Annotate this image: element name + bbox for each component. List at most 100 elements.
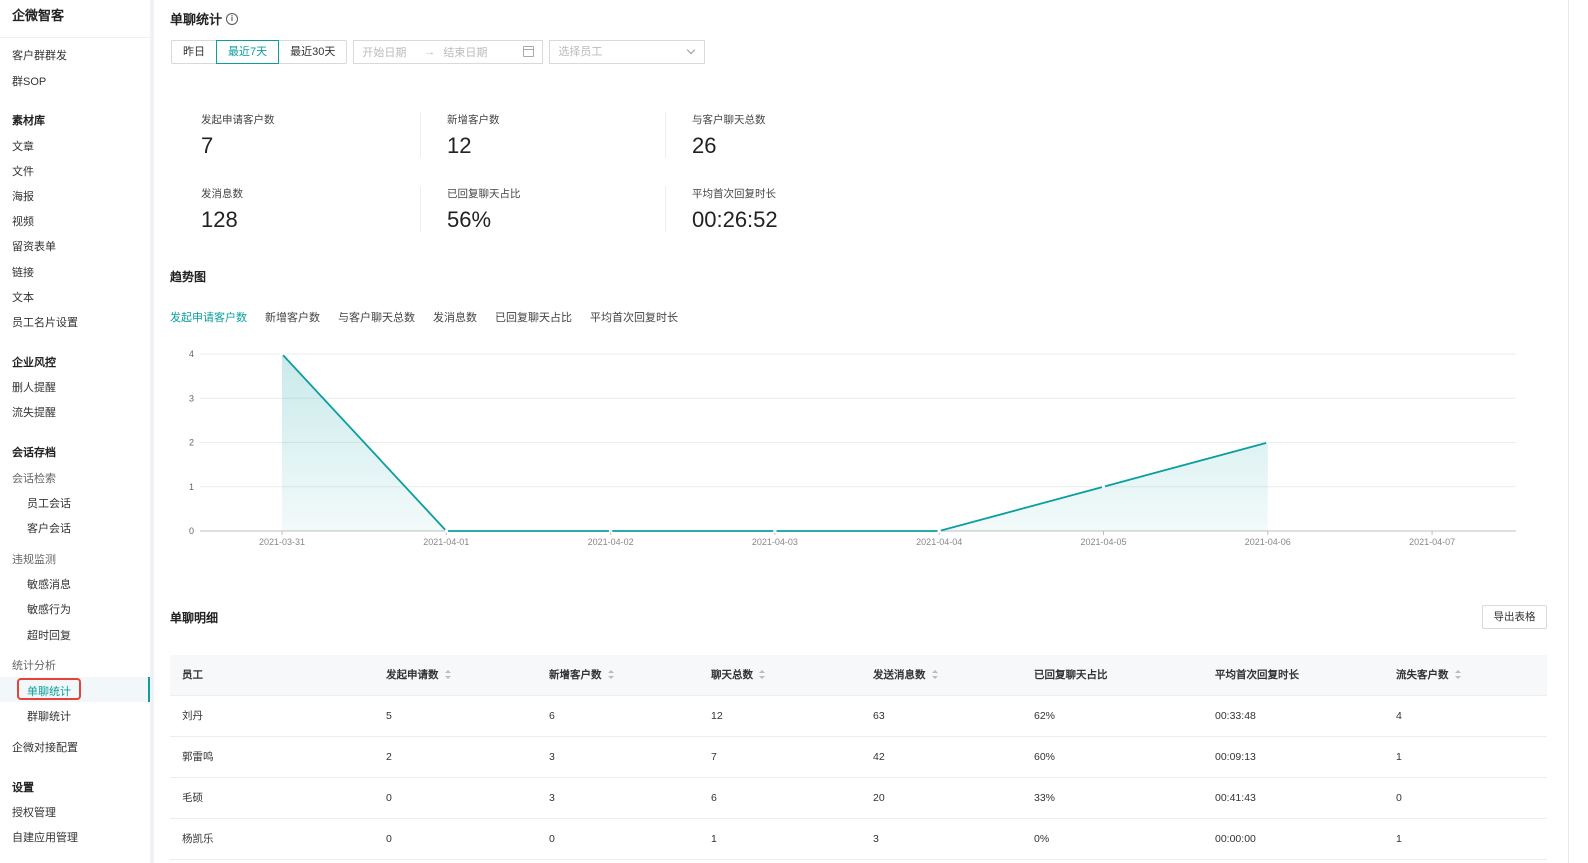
column-header[interactable]: 发送消息数 [873,655,938,695]
column-header[interactable]: 聊天总数 [711,655,765,695]
sidebar-item[interactable]: 文件 [12,163,34,179]
sidebar-item[interactable]: 员工会话 [27,495,71,511]
table-cell: 0 [386,792,392,804]
table-row[interactable]: 刘丹 5 6 12 63 62% 00:33:48 4 [170,696,1547,737]
table-cell: 6 [549,710,555,722]
sort-icon[interactable] [931,670,938,680]
trend-tab[interactable]: 与客户聊天总数 [338,309,415,325]
sidebar-item[interactable]: 客户群群发 [12,47,67,63]
table-cell: 郭雷鸣 [182,751,214,763]
column-header[interactable]: 新增客户数 [549,655,614,695]
column-header[interactable]: 发起申请数 [386,655,451,695]
start-date-input[interactable]: 开始日期 [362,44,406,60]
sidebar-item[interactable]: 统计分析 [12,657,56,673]
table-cell: 1 [711,833,717,845]
detail-table: 员工 发起申请数 新增客户数 聊天总数 发送消息数 已回复聊天占比 平均首次回复时长 流失客户… [170,655,1547,860]
chevron-down-icon [687,45,696,55]
table-row[interactable]: 杨凯乐 0 0 1 3 0% 00:00:00 1 [170,819,1547,860]
range-button[interactable]: 最近7天 [216,40,280,64]
x-tick-label: 2021-03-31 [259,537,305,547]
sidebar-item[interactable]: 客户会话 [27,520,71,536]
sidebar-item[interactable]: 删人提醒 [12,379,56,395]
table-cell: 毛硕 [182,792,203,804]
range-button[interactable]: 最近30天 [278,40,348,64]
sidebar-item[interactable]: 员工名片设置 [12,314,78,330]
sidebar-item[interactable]: 视频 [12,213,34,229]
stat-value: 7 [201,133,214,158]
x-tick-label: 2021-04-07 [1409,537,1455,547]
data-point [773,529,777,533]
trend-title: 趋势图 [170,270,207,284]
column-header[interactable]: 流失客户数 [1396,655,1461,695]
sidebar-item[interactable]: 自建应用管理 [12,829,78,845]
column-header-label: 已回复聊天占比 [1034,669,1108,681]
sidebar-item[interactable]: 海报 [12,188,34,204]
stat-card: 发起申请客户数 7 [201,112,421,159]
table-cell: 3 [549,751,555,763]
x-tick-label: 2021-04-06 [1245,537,1291,547]
table-cell: 0 [549,833,555,845]
staff-select[interactable]: 选择员工 [549,40,706,64]
calendar-icon [523,46,535,57]
stat-card: 新增客户数 12 [447,112,667,159]
sort-icon[interactable] [759,670,765,680]
export-button[interactable]: 导出表格 [1482,605,1547,629]
data-point [937,529,941,533]
table-cell: 杨凯乐 [182,833,214,845]
sidebar-item[interactable]: 企微对接配置 [12,739,78,755]
page-title-text: 单聊统计 [170,12,223,27]
stats-panel: 发起申请客户数 7 新增客户数 12 与客户聊天总数 26 发消息数 128 已回复聊天占比 56… [171,108,911,238]
sidebar-group-title: 企业风控 [12,357,56,369]
sidebar-item[interactable]: 链接 [12,264,34,280]
column-header: 员工 [182,655,203,695]
table-cell: 12 [711,710,723,722]
stat-label: 新增客户数 [447,114,500,126]
sidebar-group-title: 设置 [12,782,34,794]
column-header-label: 发送消息数 [873,669,926,681]
trend-tab[interactable]: 发起申请客户数 [170,309,247,325]
app-brand: 企微智客 [0,0,150,38]
sidebar-item[interactable]: 违规监测 [12,551,56,567]
stat-card: 已回复聊天占比 56% [447,186,667,233]
sidebar-item[interactable]: 留资表单 [12,238,56,254]
sidebar-item[interactable]: 会话检索 [12,470,56,486]
end-date-input[interactable]: 结束日期 [443,44,487,60]
stat-value: 12 [447,133,472,158]
sidebar: 企微智客 客户群群发 群SOP 素材库 文章 文件 海报 视频 留资表单 链接 文本 员工名片设置企… [0,0,150,863]
y-tick-label: 0 [189,526,194,536]
sidebar-item[interactable]: 群聊统计 [27,708,71,724]
sidebar-item[interactable]: 文本 [12,289,34,305]
data-point [1101,485,1106,489]
x-tick-label: 2021-04-01 [423,537,469,547]
trend-tabs: 发起申请客户数 新增客户数 与客户聊天总数 发消息数 已回复聊天占比 平均首次回复时长 [170,309,678,325]
sort-icon[interactable] [444,670,451,680]
trend-chart: 0 1 2 3 4 2021-03-31 2021-04-01 2021-04-02 2021-… [189,349,1516,547]
sort-icon[interactable] [1454,670,1461,680]
table-cell: 1 [1396,833,1402,845]
table-cell: 4 [1396,710,1402,722]
date-range-picker[interactable]: 开始日期 → 结束日期 [353,40,544,64]
trend-tab[interactable]: 平均首次回复时长 [590,309,678,325]
range-button[interactable]: 昨日 [171,40,217,64]
arrow-right-icon: → [424,46,436,58]
table-row[interactable]: 郭雷鸣 2 3 7 42 60% 00:09:13 1 [170,737,1547,778]
sidebar-item[interactable]: 文章 [12,138,34,154]
table-cell: 0% [1034,833,1050,845]
column-header-label: 员工 [182,669,203,681]
sidebar-item[interactable]: 超时回复 [27,627,71,643]
sidebar-item[interactable]: 授权管理 [12,804,56,820]
sidebar-item[interactable]: 流失提醒 [12,404,56,420]
trend-tab[interactable]: 新增客户数 [265,309,320,325]
table-cell: 00:09:13 [1215,751,1256,763]
sidebar-item[interactable]: 群SOP [12,73,46,89]
table-cell: 20 [873,792,885,804]
trend-tab[interactable]: 已回复聊天占比 [495,309,572,325]
sort-icon[interactable] [607,670,614,680]
info-icon[interactable]: i [226,12,239,25]
sidebar-item[interactable]: 敏感行为 [27,601,71,617]
table-row[interactable]: 毛硕 0 3 6 20 33% 00:41:43 0 [170,778,1547,819]
sidebar-item-active[interactable]: 单聊统计 [27,683,71,699]
table-cell: 60% [1034,751,1056,763]
sidebar-item[interactable]: 敏感消息 [27,576,71,592]
trend-tab[interactable]: 发消息数 [433,309,477,325]
